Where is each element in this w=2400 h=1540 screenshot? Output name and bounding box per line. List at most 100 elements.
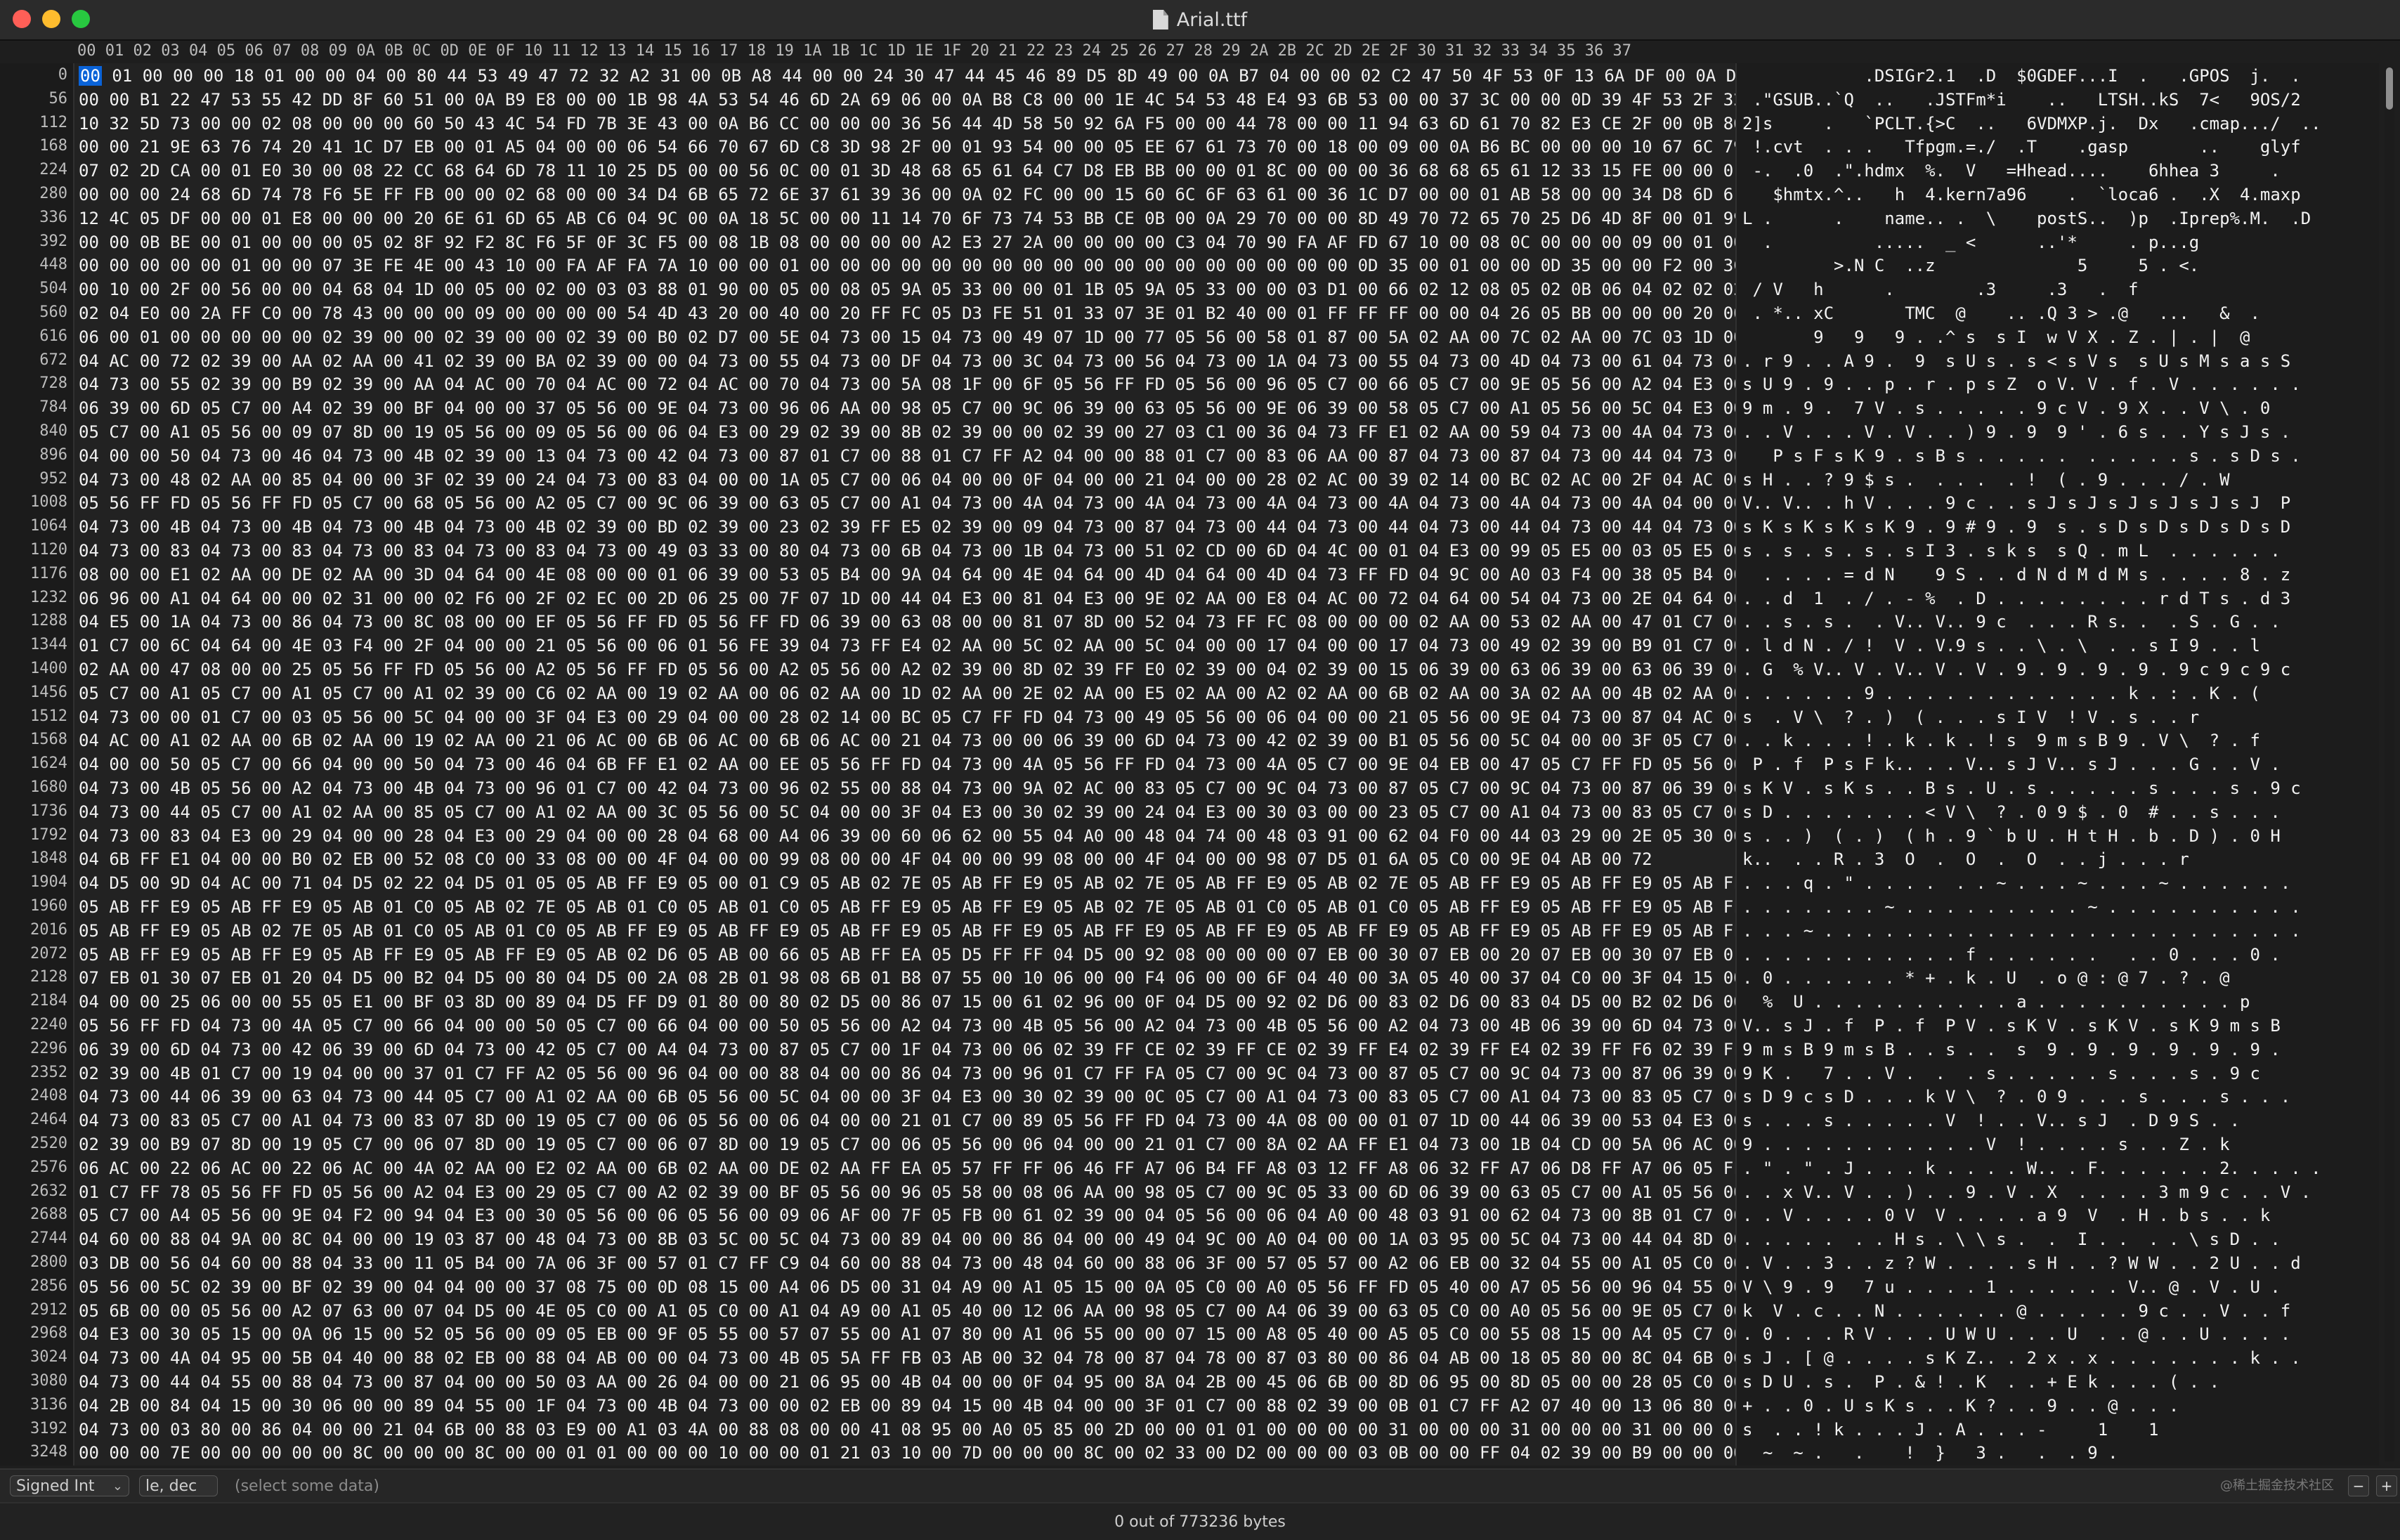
- ascii-row[interactable]: 2]s . `PCLT.{>C .. 6VDMXP.j. Dx .cmap...…: [1742, 114, 2321, 133]
- hex-row[interactable]: 02 AA 00 47 08 00 00 25 05 56 FF FD 05 5…: [79, 660, 1735, 679]
- hex-row[interactable]: 12 4C 05 DF 00 00 01 E8 00 00 00 20 6E 6…: [79, 209, 1735, 228]
- hex-row[interactable]: 06 AC 00 22 06 AC 00 22 06 AC 00 4A 02 A…: [79, 1159, 1735, 1178]
- ascii-row[interactable]: . . . . . . . . . . . f . . . . . . . . …: [1742, 945, 2281, 965]
- ascii-row[interactable]: k.. . . R . 3 O . O . O . . j . . . r: [1742, 849, 2189, 869]
- ascii-row[interactable]: s . V \ ? . ) ( . . . s I V ! V . s . . …: [1742, 707, 2199, 727]
- hex-row[interactable]: 04 2B 00 84 04 15 00 30 06 00 00 89 04 5…: [79, 1396, 1735, 1416]
- hex-row[interactable]: 06 00 01 00 00 00 00 00 02 39 00 00 02 3…: [79, 327, 1735, 347]
- data-type-select[interactable]: Signed Int ⌄: [10, 1475, 129, 1496]
- hex-row[interactable]: 04 AC 00 72 02 39 00 AA 02 AA 00 41 02 3…: [79, 351, 1735, 371]
- hex-row[interactable]: 00 00 B1 22 47 53 55 42 DD 8F 60 51 00 0…: [79, 90, 1735, 110]
- ascii-row[interactable]: . l d N . / ! V . V.9 s . . \ . \ . . s …: [1742, 636, 2260, 655]
- hex-row[interactable]: 05 AB FF E9 05 AB FF E9 05 AB 01 C0 05 A…: [79, 897, 1735, 917]
- hex-row[interactable]: 00 00 21 9E 63 76 74 20 41 1C D7 EB 00 0…: [79, 137, 1735, 157]
- hex-row[interactable]: 04 D5 00 9D 04 AC 00 71 04 D5 02 22 04 D…: [79, 873, 1735, 893]
- ascii-row[interactable]: . 0 . . . . . . * + . k . U . o @ : @ 7 …: [1742, 968, 2230, 988]
- ascii-row[interactable]: . . . q . " . . . . . . ~ . . . ~ . . . …: [1742, 873, 2290, 893]
- ascii-row[interactable]: 9 9 9 . .^ s s I w V X . Z . | . | @: [1742, 327, 2250, 347]
- hex-row[interactable]: 10 32 5D 73 00 00 02 08 00 00 00 60 50 4…: [79, 114, 1735, 133]
- ascii-row[interactable]: . " . " . J . . . k . . . . W.. . F. . .…: [1742, 1159, 2321, 1178]
- ascii-row[interactable]: . . x V.. V . . ) . . 9 . V . X . . . . …: [1742, 1182, 2311, 1202]
- ascii-row[interactable]: / V h . .3 .3 . f: [1742, 280, 2138, 299]
- ascii-row[interactable]: . G % V.. V . V.. V . V . 9 . 9 . 9 . 9 …: [1742, 660, 2290, 679]
- ascii-row[interactable]: s H . . ? 9 $ s . . . . . ! ( . 9 . . . …: [1742, 470, 2230, 490]
- ascii-row[interactable]: s . . . s . . . . . V ! . . V.. s J . D …: [1742, 1111, 2240, 1130]
- ascii-row[interactable]: . 0 . . . R V . . . U W U . . . U . . @ …: [1742, 1324, 2290, 1344]
- hex-row[interactable]: 04 73 00 03 80 00 86 04 00 00 21 04 6B 0…: [79, 1420, 1735, 1440]
- ascii-row[interactable]: + . . 0 . U s K s . . K ? . . 9 . . @ . …: [1742, 1396, 2179, 1416]
- ascii-row[interactable]: . r 9 . . A 9 . 9 s U s . s < s V s s U …: [1742, 351, 2290, 371]
- ascii-row[interactable]: V.. s J . f P . f P V . s K V . s K V . …: [1742, 1016, 2281, 1036]
- hex-row[interactable]: 05 AB FF E9 05 AB 02 7E 05 AB 01 C0 05 A…: [79, 921, 1735, 941]
- ascii-row[interactable]: s . . ) ( . ) ( h . 9 ` b U . H t H . b …: [1742, 826, 2281, 846]
- hex-row[interactable]: 05 6B 00 00 05 56 00 A2 07 63 00 07 04 D…: [79, 1301, 1735, 1321]
- hex-row[interactable]: 02 39 00 4B 01 C7 00 19 04 00 00 37 01 C…: [79, 1064, 1735, 1083]
- ascii-row[interactable]: . ..... _ < ..'* . p...g: [1742, 233, 2199, 252]
- ascii-row[interactable]: . . V . . . V . V . . ) 9 . 9 9 ' . 6 s …: [1742, 422, 2290, 442]
- hex-row[interactable]: 04 73 00 00 01 C7 00 03 05 56 00 5C 04 0…: [79, 707, 1735, 727]
- ascii-row[interactable]: . . . . . . 9 . . . . . . . . . . . . k …: [1742, 684, 2260, 703]
- hex-row[interactable]: 08 00 00 E1 02 AA 00 DE 02 AA 00 3D 04 6…: [79, 565, 1735, 585]
- hex-row[interactable]: 04 00 00 50 04 73 00 46 04 73 00 4B 02 3…: [79, 446, 1735, 466]
- hex-row[interactable]: 04 00 00 25 06 00 00 55 05 E1 00 BF 03 8…: [79, 992, 1735, 1012]
- hex-row[interactable]: 04 6B FF E1 04 00 00 B0 02 EB 00 52 08 C…: [79, 849, 1652, 869]
- hex-row[interactable]: 04 73 00 44 06 39 00 63 04 73 00 44 05 C…: [79, 1087, 1735, 1107]
- hex-row[interactable]: 04 73 00 83 04 73 00 83 04 73 00 83 04 7…: [79, 541, 1735, 561]
- ascii-row[interactable]: s J . [ @ . . . . s K Z.. . 2 x . x . . …: [1742, 1348, 2301, 1368]
- hex-row[interactable]: 04 73 00 48 02 AA 00 85 04 00 00 3F 02 3…: [79, 470, 1735, 490]
- hex-row[interactable]: 07 02 2D CA 00 01 E0 30 00 08 22 CC 68 6…: [79, 161, 1735, 181]
- hex-row[interactable]: 01 C7 00 6C 04 64 00 4E 03 F4 00 2F 04 0…: [79, 636, 1735, 655]
- ascii-row[interactable]: V.. V.. . h V . . . 9 c . . s J s J s J …: [1742, 493, 2290, 513]
- ascii-row[interactable]: ~ ~ . . ! } 3 . . . 9 .: [1742, 1443, 2118, 1463]
- hex-row[interactable]: 07 EB 01 30 07 EB 01 20 04 D5 00 B2 04 D…: [79, 968, 1735, 988]
- ascii-row[interactable]: . . . ~ . . . . . . . . . . . . . . . . …: [1742, 921, 2301, 941]
- hex-row[interactable]: 05 C7 00 A1 05 C7 00 A1 05 C7 00 A1 02 3…: [79, 684, 1735, 703]
- vertical-scrollbar[interactable]: [2385, 67, 2394, 1461]
- hex-view[interactable]: 00 01 00 00 00 18 01 00 00 04 00 80 44 5…: [74, 63, 1735, 1466]
- add-icon[interactable]: +: [2376, 1475, 2397, 1496]
- hex-row[interactable]: 06 96 00 A1 04 64 00 00 02 31 00 00 02 F…: [79, 589, 1735, 608]
- ascii-row[interactable]: 9 . . . . . . . . . . . V ! . . . . s . …: [1742, 1135, 2230, 1154]
- hex-row[interactable]: 05 C7 00 A4 05 56 00 9E 04 F2 00 94 04 E…: [79, 1206, 1735, 1225]
- minimize-window-button[interactable]: [42, 10, 60, 28]
- hex-row[interactable]: 04 73 00 4B 04 73 00 4B 04 73 00 4B 04 7…: [79, 517, 1735, 537]
- hex-row[interactable]: 04 00 00 50 05 C7 00 66 04 00 00 50 04 7…: [79, 755, 1735, 774]
- hex-row[interactable]: 06 39 00 6D 05 C7 00 A4 02 39 00 BF 04 0…: [79, 398, 1735, 418]
- scroll-thumb[interactable]: [2386, 67, 2393, 110]
- hex-row[interactable]: 04 73 00 4B 05 56 00 A2 04 73 00 4B 04 7…: [79, 778, 1735, 798]
- close-window-button[interactable]: [13, 10, 31, 28]
- hex-row[interactable]: 03 DB 00 56 04 60 00 88 04 33 00 11 05 B…: [79, 1253, 1735, 1273]
- hex-row[interactable]: 04 73 00 44 05 C7 00 A1 02 AA 00 85 05 C…: [79, 802, 1735, 822]
- ascii-row[interactable]: P . f P s F k.. . . V.. s J V.. s J . . …: [1742, 755, 2280, 774]
- ascii-row[interactable]: k V . c . . N . . . . . . @ . . . . . 9 …: [1742, 1301, 2290, 1321]
- hex-row[interactable]: 02 04 E0 00 2A FF C0 00 78 43 00 00 00 0…: [79, 304, 1735, 323]
- ascii-row[interactable]: V \ 9 . 9 7 u . . . . 1 . . . . . . V.. …: [1742, 1277, 2281, 1297]
- ascii-row[interactable]: $hmtx.^.. h 4.kern7a96 . `loca6 . .X 4.m…: [1742, 185, 2300, 204]
- hex-row[interactable]: 04 AC 00 A1 02 AA 00 6B 02 AA 00 19 02 A…: [79, 731, 1735, 750]
- ascii-row[interactable]: P s F s K 9 . s B s . . . . . . . . . . …: [1742, 446, 2300, 466]
- ascii-row[interactable]: . *.. xC TMC @ .. .Q 3 > .@ ... & .: [1742, 304, 2259, 323]
- ascii-row[interactable]: -. .0 .".hdmx %. V =Hhead.... 6hhea 3 .: [1742, 161, 2280, 181]
- hex-row[interactable]: 05 56 00 5C 02 39 00 BF 02 39 00 04 04 0…: [79, 1277, 1735, 1297]
- hex-row[interactable]: 02 39 00 B9 07 8D 00 19 05 C7 00 06 07 8…: [79, 1135, 1735, 1154]
- ascii-row[interactable]: . . d 1 . / . - % . D . . . . . . . . r …: [1742, 589, 2290, 608]
- hex-row[interactable]: 00 00 00 00 00 01 00 00 07 3E FE 4E 00 4…: [79, 256, 1735, 275]
- ascii-row[interactable]: . . k . . . ! . k . k . ! s 9 m s B 9 . …: [1742, 731, 2260, 750]
- ascii-row[interactable]: !.cvt . . . Tfpgm.=./ .T .gasp .. glyf: [1742, 137, 2300, 157]
- ascii-row[interactable]: .DSIGr2.1 .D $0GDEF...I . .GPOS j. .: [1742, 66, 2300, 86]
- ascii-row[interactable]: . . . . . . . ~ . . . . . . . . . ~ . . …: [1742, 897, 2301, 917]
- hex-row[interactable]: 05 56 FF FD 04 73 00 4A 05 C7 00 66 04 0…: [79, 1016, 1735, 1036]
- hex-row[interactable]: 04 73 00 55 02 39 00 B9 02 39 00 AA 04 A…: [79, 374, 1735, 394]
- ascii-row[interactable]: s D U . s . P . & ! . K . . + E k . . . …: [1742, 1372, 2219, 1392]
- hex-row[interactable]: 04 73 00 83 04 E3 00 29 04 00 00 28 04 E…: [79, 826, 1735, 846]
- hex-row[interactable]: 04 73 00 4A 04 95 00 5B 04 40 00 88 02 E…: [79, 1348, 1735, 1368]
- ascii-row[interactable]: >.N C ..z 5 5 . <.: [1742, 256, 2199, 275]
- remove-icon[interactable]: −: [2348, 1475, 2369, 1496]
- ascii-row[interactable]: s U 9 . 9 . . p . r . p s Z o V. V . f .…: [1742, 374, 2301, 394]
- ascii-row[interactable]: s D 9 c s D . . . k V \ ? . 0 9 . . . s …: [1742, 1087, 2290, 1107]
- ascii-row[interactable]: . . . . = d N 9 S . . d N d M d M s . . …: [1742, 565, 2290, 585]
- hex-row[interactable]: 04 73 00 83 05 C7 00 A1 04 73 00 83 07 8…: [79, 1111, 1735, 1130]
- ascii-row[interactable]: ."GSUB..`Q .. .JSTFm*i .. LTSH..kS 7< 9O…: [1742, 90, 2300, 110]
- hex-row[interactable]: 05 C7 00 A1 05 56 00 09 07 8D 00 19 05 5…: [79, 422, 1735, 442]
- endian-select[interactable]: le, dec: [139, 1475, 218, 1496]
